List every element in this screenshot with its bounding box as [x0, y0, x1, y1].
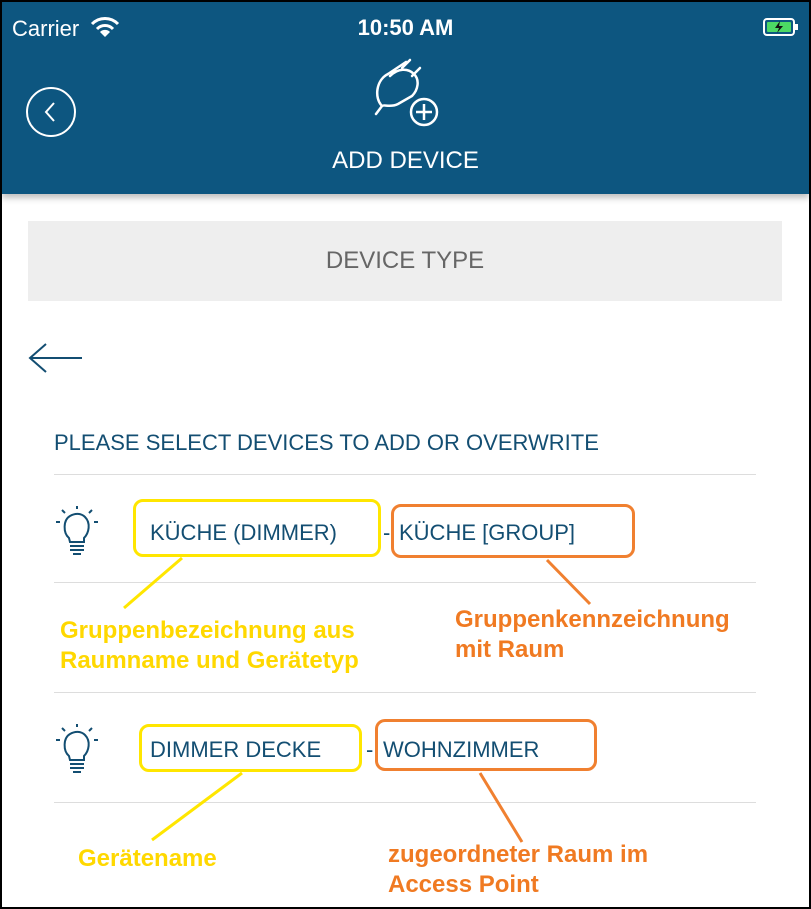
- note-group-name: Gruppenbezeichnung aus Raumname und Gerä…: [60, 616, 359, 676]
- note-line: Raumname und Gerätetyp: [60, 647, 359, 674]
- note-group-id: Gruppenkennzeichnung mit Raum: [455, 605, 730, 665]
- annotation-pointers: [123, 556, 592, 843]
- note-device-name: Gerätename: [78, 845, 217, 872]
- pointer-group-id: [545, 558, 592, 606]
- app-screen: Carrier 10:50 AM ADD DEVICE DEVICE TYPE …: [0, 0, 811, 909]
- pointer-device-name: [151, 771, 243, 842]
- note-line: Gruppenkennzeichnung: [455, 606, 730, 633]
- note-line: Gruppenbezeichnung aus: [60, 617, 355, 644]
- note-line: mit Raum: [455, 636, 565, 663]
- note-line: Access Point: [388, 871, 539, 898]
- pointer-group-name: [123, 556, 183, 610]
- pointer-assigned-room: [478, 772, 524, 843]
- note-line: zugeordneter Raum im: [388, 841, 649, 868]
- note-assigned-room: zugeordneter Raum im Access Point: [388, 840, 648, 900]
